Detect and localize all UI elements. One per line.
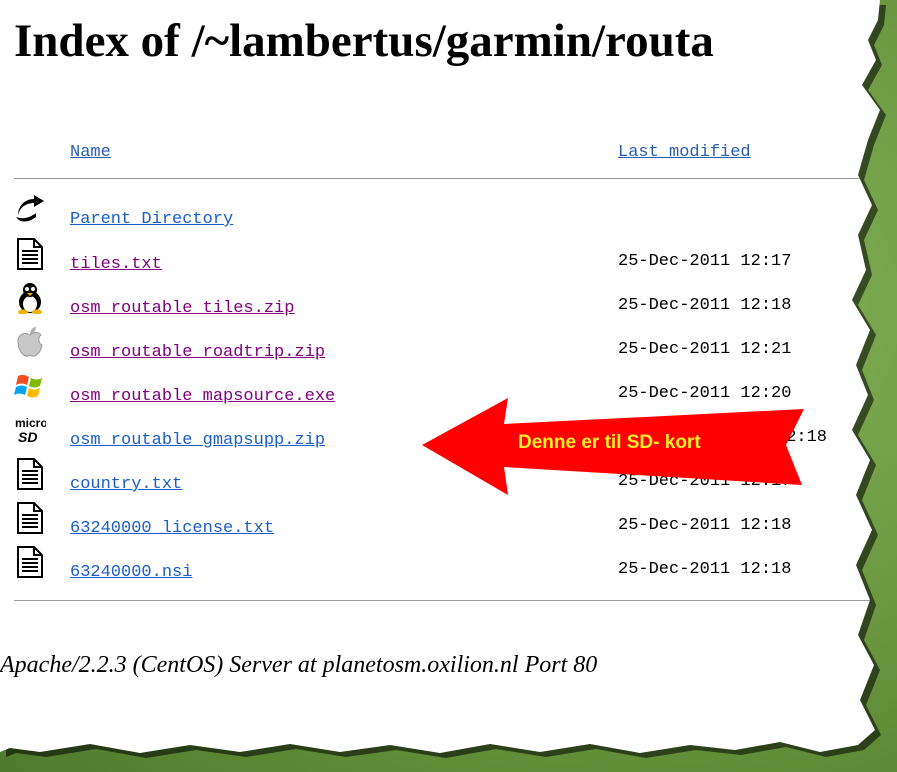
browser-page: Index of /~lambertus/garmin/routa Name L… xyxy=(0,0,880,753)
file-link[interactable]: osm_routable_roadtrip.zip xyxy=(70,343,325,362)
windows-icon xyxy=(14,374,42,398)
text-file-icon xyxy=(17,546,43,578)
file-link[interactable]: country.txt xyxy=(70,475,182,494)
annotation-label: Denne er til SD- kort xyxy=(518,432,701,453)
column-header-last-modified[interactable]: Last modified xyxy=(618,143,751,162)
footer-divider xyxy=(14,600,880,601)
file-link[interactable]: tiles.txt xyxy=(70,255,162,274)
table-row: 63240000.nsi 25-Dec-2011 12:18 5 xyxy=(0,546,880,588)
table-row: osm_routable_tiles.zip 25-Dec-2011 12:18 xyxy=(0,282,880,324)
table-row: Parent Directory xyxy=(0,193,880,235)
text-file-icon xyxy=(17,458,43,490)
table-row: 63240000_license.txt 25-Dec-2011 12:18 2 xyxy=(0,502,880,544)
table-row: osm_routable_roadtrip.zip 25-Dec-2011 12… xyxy=(0,326,880,368)
svg-text:SD: SD xyxy=(18,429,37,445)
file-link[interactable]: osm_routable_tiles.zip xyxy=(70,299,294,318)
last-modified: 25-Dec-2011 12:21 xyxy=(618,340,792,359)
microsd-icon: micro SD xyxy=(15,416,46,445)
header-divider xyxy=(14,178,880,179)
last-modified: 25-Dec-2011 12:17 xyxy=(618,252,792,271)
file-link[interactable]: Parent Directory xyxy=(70,210,233,229)
text-file-icon xyxy=(17,502,43,534)
page-title: Index of /~lambertus/garmin/routa xyxy=(14,15,714,67)
apple-icon xyxy=(17,327,43,357)
server-signature: Apache/2.2.3 (CentOS) Server at planetos… xyxy=(0,652,598,678)
file-link[interactable]: osm_routable_mapsource.exe xyxy=(70,387,335,406)
svg-text:micro: micro xyxy=(15,416,46,430)
last-modified: 25-Dec-2011 12:18 xyxy=(618,560,792,579)
back-arrow-icon xyxy=(16,195,44,222)
file-link[interactable]: osm_routable_gmapsupp.zip xyxy=(70,431,325,450)
linux-penguin-icon xyxy=(18,283,42,314)
file-link[interactable]: 63240000_license.txt xyxy=(70,519,274,538)
last-modified: 25-Dec-2011 12:18 xyxy=(618,296,792,315)
table-row: tiles.txt 25-Dec-2011 12:17 xyxy=(0,238,880,280)
file-link[interactable]: 63240000.nsi xyxy=(70,563,192,582)
last-modified: 25-Dec-2011 12:18 xyxy=(618,516,792,535)
column-header-name[interactable]: Name xyxy=(70,143,111,162)
text-file-icon xyxy=(17,238,43,270)
